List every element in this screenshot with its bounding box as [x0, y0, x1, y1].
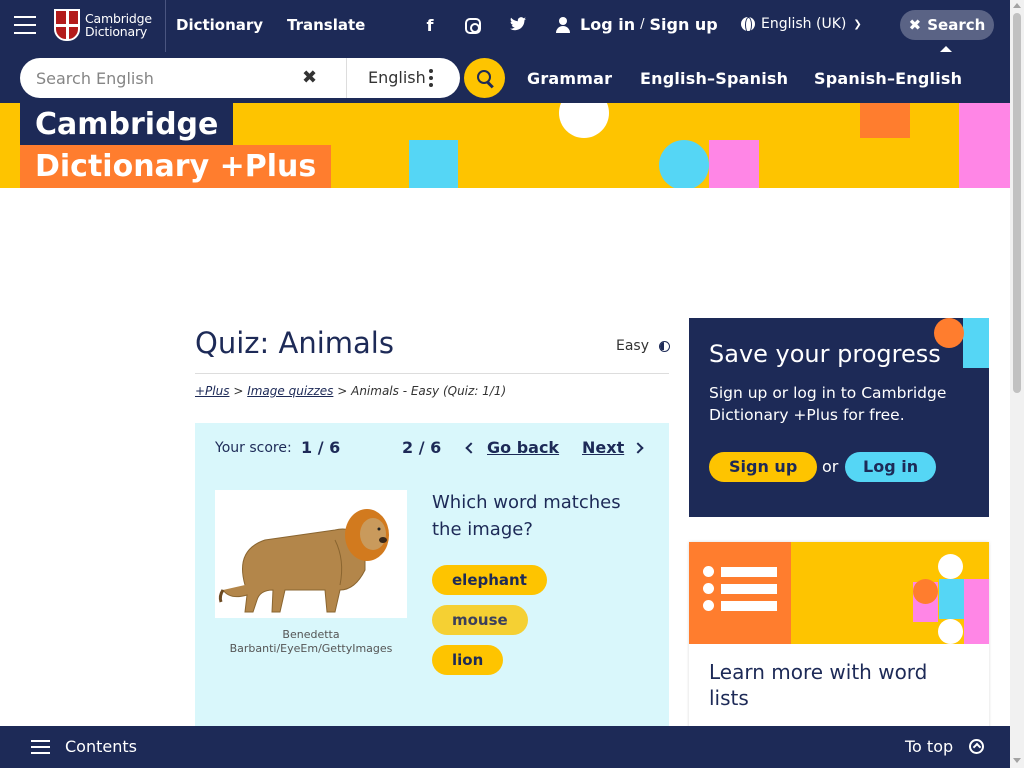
- to-top-label: To top: [905, 737, 954, 756]
- search-divider: [346, 58, 347, 98]
- menu-icon[interactable]: [14, 16, 36, 34]
- nav-english-spanish[interactable]: English–Spanish: [640, 69, 788, 88]
- search-box: Search English ✖ English: [20, 58, 460, 98]
- login-slash: /: [640, 17, 645, 32]
- search-button[interactable]: [464, 58, 505, 98]
- question-counter: 2 / 6: [402, 438, 442, 457]
- to-top-link[interactable]: To top: [905, 737, 985, 756]
- contents-link[interactable]: Contents: [65, 737, 137, 756]
- answer-option-lion[interactable]: lion: [432, 645, 504, 675]
- question-text: Which word matches the image?: [432, 492, 621, 540]
- user-icon: [556, 16, 570, 33]
- banner-shape: [559, 103, 609, 138]
- save-progress-title: Save your progress: [709, 340, 941, 368]
- page-title: Quiz: Animals: [195, 326, 394, 360]
- quiz-image: [215, 490, 407, 618]
- image-credit: Benedetta Barbanti/EyeEm/GettyImages: [229, 628, 393, 655]
- banner-shape: [409, 140, 458, 188]
- next-label: Next: [582, 438, 625, 457]
- breadcrumb-plus[interactable]: +Plus: [195, 384, 229, 398]
- difficulty-icon: [659, 340, 671, 352]
- go-back-label: Go back: [487, 438, 560, 457]
- chevron-down-icon: ❯: [853, 18, 862, 30]
- clear-search-icon[interactable]: ✖: [302, 67, 317, 88]
- cambridge-logo[interactable]: Cambridge Dictionary: [54, 9, 152, 41]
- sticky-footer: Contents To top: [0, 726, 1010, 768]
- signup-label[interactable]: Sign up: [649, 15, 717, 34]
- save-progress-text: Sign up or log in to Cambridge Dictionar…: [709, 384, 947, 424]
- facebook-icon[interactable]: f: [420, 16, 440, 36]
- list-icon: [703, 566, 777, 617]
- chevron-left-icon: [465, 441, 477, 454]
- scrollbar-thumb[interactable]: [1013, 13, 1021, 393]
- instagram-icon[interactable]: [465, 18, 481, 34]
- search-input[interactable]: Search English: [36, 69, 154, 88]
- login-button[interactable]: Log in: [845, 452, 937, 482]
- scroll-down-icon[interactable]: [1013, 758, 1021, 763]
- scrollbar[interactable]: [1010, 0, 1024, 768]
- login-label[interactable]: Log in: [580, 15, 635, 34]
- login-signup-link[interactable]: Log in / Sign up: [556, 15, 718, 34]
- nav-dictionary[interactable]: Dictionary: [176, 16, 263, 34]
- logo-text: Cambridge Dictionary: [85, 11, 152, 39]
- signup-button[interactable]: Sign up: [709, 452, 818, 482]
- word-lists-card[interactable]: Learn more with word lists: [689, 542, 989, 732]
- banner-title-line1: Cambridge: [20, 103, 234, 145]
- banner-shape: [659, 140, 709, 188]
- crest-icon: [54, 9, 80, 41]
- nav-translate[interactable]: Translate: [287, 16, 365, 34]
- difficulty-label: Easy: [616, 338, 650, 354]
- breadcrumb: +Plus > Image quizzes > Animals - Easy (…: [195, 384, 507, 398]
- lion-image: [215, 490, 407, 618]
- scroll-up-icon[interactable]: [1013, 3, 1021, 8]
- nav-spanish-english[interactable]: Spanish–English: [814, 69, 962, 88]
- save-progress-card: Save your progress Sign up or log in to …: [689, 318, 989, 517]
- globe-icon: [741, 17, 755, 33]
- contents-icon[interactable]: [31, 740, 50, 754]
- language-selector[interactable]: English (UK) ❯: [741, 16, 862, 33]
- score-label: Your score:: [215, 440, 292, 456]
- banner-shape: [709, 140, 759, 188]
- word-lists-illustration: [689, 542, 989, 644]
- search-bar: Search English ✖ English Grammar English…: [0, 52, 1010, 103]
- nav-divider: [165, 0, 166, 52]
- nav-grammar[interactable]: Grammar: [527, 69, 612, 88]
- arrow-up-icon: [969, 739, 985, 754]
- difficulty-badge: Easy: [616, 338, 671, 354]
- banner-shape: [959, 103, 1010, 188]
- dictionary-selector[interactable]: English: [368, 68, 426, 87]
- word-lists-title: Learn more with word lists: [709, 660, 928, 710]
- breadcrumb-image-quizzes[interactable]: Image quizzes: [247, 384, 333, 398]
- or-text: or: [822, 457, 839, 476]
- score-value: 1 / 6: [301, 438, 341, 457]
- next-button[interactable]: Next: [582, 438, 644, 457]
- search-toggle-label: Search: [927, 16, 986, 34]
- top-navbar: Cambridge Dictionary Dictionary Translat…: [0, 0, 1010, 52]
- card-shape: [963, 318, 989, 368]
- more-options-icon[interactable]: [429, 69, 433, 87]
- answer-option-mouse[interactable]: mouse: [432, 605, 528, 635]
- chevron-right-icon: [632, 441, 644, 454]
- twitter-icon[interactable]: [508, 16, 528, 36]
- title-divider: [195, 373, 669, 374]
- plus-banner[interactable]: Cambridge Dictionary +Plus: [0, 103, 1010, 188]
- banner-shape: [860, 103, 910, 138]
- banner-title-line2: Dictionary +Plus: [20, 145, 332, 188]
- language-label: English (UK): [761, 16, 847, 32]
- answer-option-elephant[interactable]: elephant: [432, 565, 547, 595]
- search-toggle-button[interactable]: ✖ Search: [900, 10, 994, 40]
- close-icon: ✖: [908, 16, 922, 34]
- breadcrumb-current: Animals - Easy (Quiz: 1/1): [351, 384, 507, 398]
- quiz-panel: Your score: 1 / 6 2 / 6 Go back Next Ben…: [195, 423, 669, 726]
- go-back-button[interactable]: Go back: [465, 438, 560, 457]
